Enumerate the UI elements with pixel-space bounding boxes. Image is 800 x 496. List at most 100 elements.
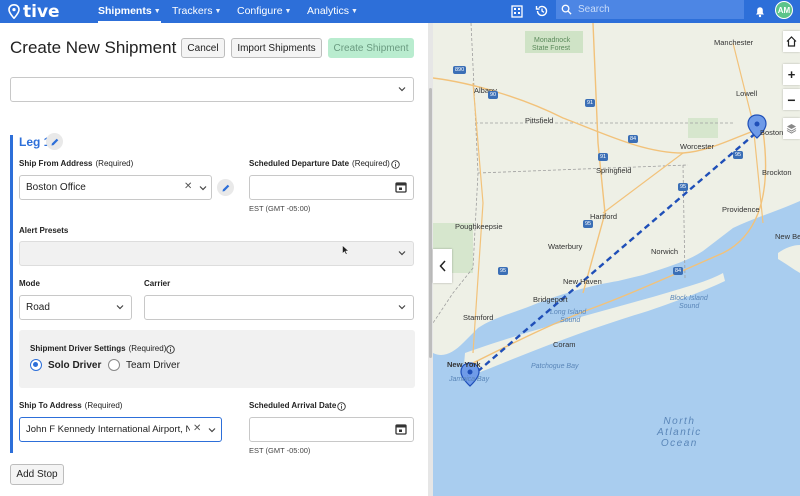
solo-driver-radio[interactable] (30, 359, 42, 371)
ocean-label-line: Ocean (660, 438, 698, 449)
interstate-shield: 95 (583, 220, 594, 228)
carrier-select[interactable] (144, 295, 414, 320)
interstate-shield: 890 (453, 66, 467, 74)
interstate-shield: 95 (733, 151, 744, 159)
map-label: New Be (775, 232, 800, 241)
map-label: Jamaica Bay (449, 376, 490, 383)
search-box[interactable] (556, 0, 744, 19)
nav-shipments[interactable]: Shipments ▼ (98, 0, 161, 23)
mode-select[interactable]: Road (19, 295, 132, 320)
nav-configure-label: Configure (237, 5, 283, 17)
home-icon (786, 36, 797, 47)
chevron-down-icon: ▼ (214, 8, 222, 15)
map-label: Hartford (590, 212, 618, 221)
edit-ship-from-button[interactable] (217, 179, 234, 196)
map-label: Monadnock (534, 37, 571, 44)
map-label: New York (447, 360, 481, 369)
arrival-date-label: Scheduled Arrival Date (249, 401, 337, 410)
bell-icon[interactable] (752, 3, 768, 19)
driver-settings-label: Shipment Driver Settings (Required) (30, 344, 166, 353)
minus-icon: − (787, 91, 796, 108)
home-button[interactable] (783, 31, 800, 52)
ship-from-value: Boston Office (26, 182, 86, 193)
map-label: Norwich (651, 247, 679, 256)
interstate-shield: 91 (598, 153, 609, 161)
tive-logo[interactable]: tive (8, 1, 60, 22)
map-label: New Haven (563, 277, 602, 286)
chevron-left-icon (438, 260, 446, 272)
alert-presets-label: Alert Presets (19, 226, 69, 235)
add-stop-button[interactable]: Add Stop (10, 464, 64, 485)
map-label: Bridgeport (533, 295, 568, 304)
history-icon[interactable] (534, 3, 550, 19)
ship-to-input[interactable]: John F Kennedy International Airport, Ne (19, 417, 222, 442)
interstate-shield: 95 (678, 183, 689, 191)
info-icon[interactable] (337, 402, 346, 411)
brand-name: tive (23, 1, 60, 22)
map-label: Providence (722, 205, 760, 214)
map-label: Long Island (550, 309, 587, 316)
calendar-icon[interactable] (395, 181, 407, 193)
nav-analytics[interactable]: Analytics ▼ (307, 0, 358, 23)
edit-leg-button[interactable] (46, 133, 63, 150)
required-note: (Required) (95, 159, 134, 168)
departure-timezone: EST (GMT -05:00) (249, 204, 311, 213)
scrollbar-thumb[interactable] (429, 88, 432, 358)
departure-date-input[interactable] (249, 175, 414, 200)
chevron-down-icon (398, 87, 406, 92)
cancel-button[interactable]: Cancel (181, 38, 225, 58)
route-map[interactable]: Monadnock State Forest Manchester Lowell… (433, 23, 800, 496)
leg-indicator-bar (10, 135, 13, 453)
chevron-down-icon[interactable] (208, 426, 216, 434)
location-pin-icon (8, 4, 20, 19)
import-shipments-button[interactable]: Import Shipments (231, 38, 322, 58)
layers-button[interactable] (783, 118, 800, 139)
alert-presets-select[interactable] (19, 241, 414, 266)
clear-icon[interactable]: ✕ (193, 423, 201, 434)
ship-to-label-text: Ship To Address (19, 401, 82, 410)
top-nav-bar: tive Shipments ▼ Trackers ▼ Configure ▼ Ana… (0, 0, 800, 23)
nav-trackers[interactable]: Trackers ▼ (172, 0, 221, 23)
arrival-timezone: EST (GMT -05:00) (249, 446, 311, 455)
chevron-down-icon: ▼ (284, 8, 292, 15)
shipment-template-select[interactable] (10, 77, 414, 102)
arrival-date-input[interactable] (249, 417, 414, 442)
zoom-in-button[interactable]: + (783, 64, 800, 85)
team-driver-label[interactable]: Team Driver (126, 360, 180, 371)
info-icon[interactable] (166, 345, 175, 354)
ocean-label-line: North (663, 416, 696, 427)
departure-label-text: Scheduled Departure Date (249, 159, 350, 168)
map-label: Stamford (463, 313, 494, 322)
pencil-icon (222, 184, 229, 191)
user-avatar[interactable]: AM (775, 1, 793, 19)
map-label: Springfield (596, 166, 632, 175)
ocean-label-line: Atlantic (657, 427, 702, 438)
collapse-map-button[interactable] (433, 249, 452, 283)
calendar-icon[interactable] (395, 423, 407, 435)
ship-from-label: Ship From Address (Required) (19, 159, 133, 168)
team-driver-radio[interactable] (108, 359, 120, 371)
required-note: (Required) (84, 401, 123, 410)
info-icon[interactable] (391, 160, 400, 169)
map-label: Manchester (714, 38, 754, 47)
zoom-out-button[interactable]: − (783, 89, 800, 110)
interstate-shield: 91 (585, 99, 596, 107)
building-icon[interactable] (509, 3, 525, 19)
nav-configure[interactable]: Configure ▼ (237, 0, 291, 23)
clear-icon[interactable]: ✕ (184, 181, 192, 192)
map-label: Block Island (670, 295, 708, 302)
map-label: Pittsfield (525, 116, 554, 125)
map-label: State Forest (532, 45, 571, 52)
search-icon (561, 4, 572, 15)
nav-shipments-label: Shipments (98, 5, 152, 17)
chevron-down-icon[interactable] (199, 184, 207, 192)
map-label: Poughkeepsie (455, 222, 503, 231)
required-note: (Required) (128, 344, 167, 353)
mode-label: Mode (19, 279, 40, 288)
map-label: Patchogue Bay (531, 363, 579, 370)
chevron-down-icon (116, 305, 124, 310)
search-input[interactable] (578, 4, 728, 15)
map-label: Sound (679, 303, 700, 310)
solo-driver-label[interactable]: Solo Driver (48, 360, 101, 371)
create-shipment-button[interactable]: Create Shipment (328, 38, 414, 58)
